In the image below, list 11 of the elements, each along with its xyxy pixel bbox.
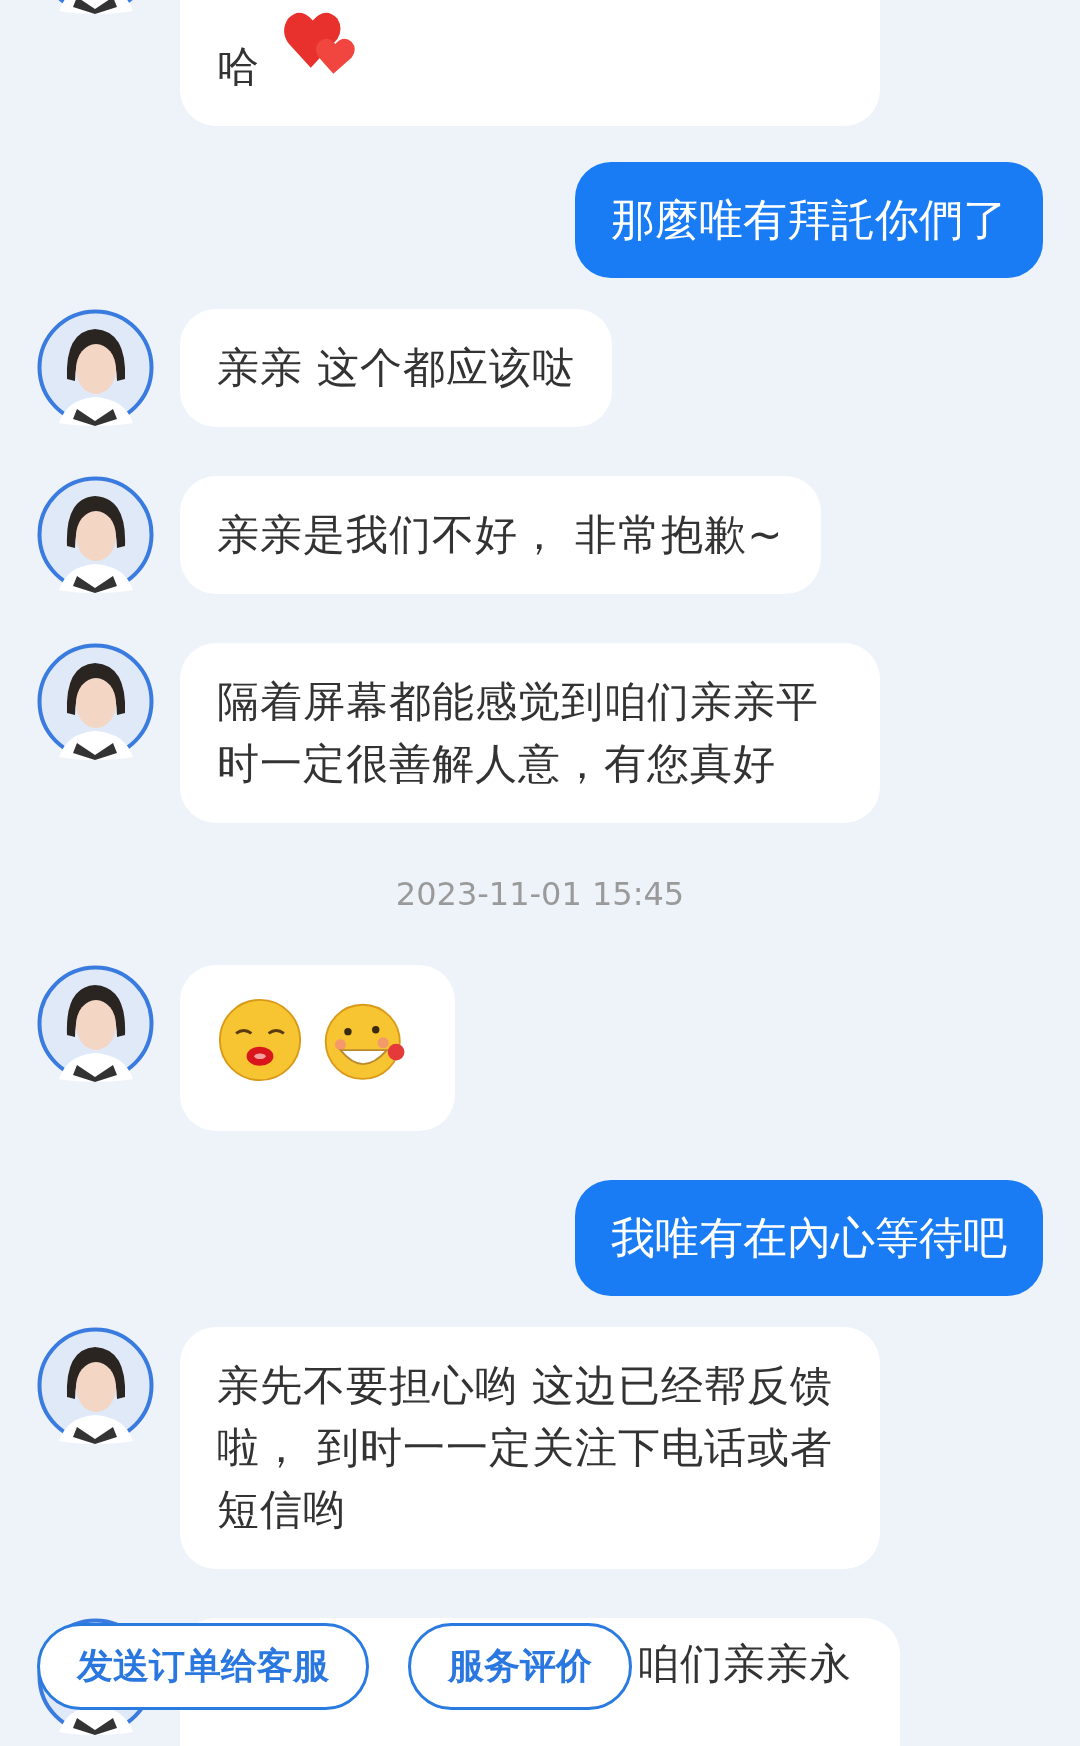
timestamp: 2023-11-01 15:45 bbox=[394, 874, 686, 914]
sent-message: 那麼唯有拜託你們了 bbox=[575, 162, 1043, 278]
received-message: 亲先不要担心哟 这边已经帮反馈啦， 到时一一定关注下电话或者短信哟 bbox=[180, 1327, 880, 1569]
received-message: 哈 bbox=[217, 41, 260, 93]
kiss-face-icon bbox=[216, 997, 304, 1083]
action-button[interactable]: 服务评价 bbox=[408, 1623, 632, 1710]
sent-message: 我唯有在內心等待吧 bbox=[575, 1180, 1043, 1296]
received-message: 亲亲 这个都应该哒 bbox=[180, 309, 613, 427]
received-message: 咱们亲亲永 bbox=[637, 1638, 852, 1690]
received-message: 亲亲是我们不好， 非常抱歉~ bbox=[180, 476, 821, 594]
received-message: 隔着屏幕都能感觉到咱们亲亲平时一定很善解人意，有您真好 bbox=[180, 643, 880, 823]
